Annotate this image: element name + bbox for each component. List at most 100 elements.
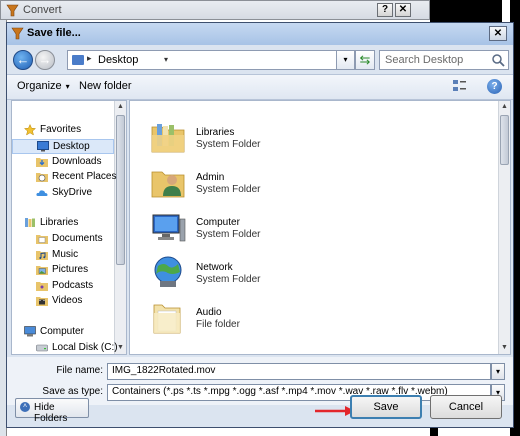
file-name-dropdown[interactable]: ▾: [491, 363, 505, 380]
breadcrumb-dropdown-icon[interactable]: ▾: [164, 55, 168, 64]
scroll-down-icon[interactable]: ▼: [117, 344, 124, 351]
list-item[interactable]: Admin System Folder: [150, 164, 350, 208]
list-item[interactable]: Network System Folder: [150, 254, 350, 298]
address-history-dropdown[interactable]: ▾: [337, 50, 355, 70]
nav-group-computer[interactable]: Computer: [12, 325, 114, 340]
item-name: Audio: [196, 307, 222, 318]
list-item[interactable]: Audio File folder: [150, 299, 350, 343]
sidebar-item-label: Podcasts: [52, 279, 94, 291]
downloads-icon: [36, 156, 48, 167]
podcasts-icon: [36, 280, 48, 291]
sidebar-item-recent-places[interactable]: Recent Places: [12, 170, 117, 185]
videos-icon: [36, 295, 48, 306]
convert-close-button[interactable]: ✕: [395, 3, 411, 17]
breadcrumb-desktop[interactable]: Desktop: [98, 54, 138, 66]
save-button[interactable]: Save: [350, 395, 422, 419]
sidebar-item-desktop[interactable]: Desktop: [12, 139, 114, 154]
file-list-scrollbar[interactable]: ▲ ▼: [498, 101, 510, 354]
chevron-up-icon: ˄: [20, 402, 30, 412]
search-input[interactable]: Search Desktop: [379, 50, 509, 70]
item-name: Libraries: [196, 127, 235, 138]
sidebar-item-downloads[interactable]: Downloads: [12, 155, 114, 170]
libraries-icon: [24, 217, 36, 228]
address-bar[interactable]: ▸ Desktop ▾: [67, 50, 337, 70]
item-name: Computer: [196, 217, 240, 228]
hide-folders-button[interactable]: ˄ Hide Folders: [15, 398, 89, 424]
sidebar-item-local-disk-c[interactable]: Local Disk (C:): [12, 341, 118, 355]
annotation-arrow-icon: [315, 406, 355, 416]
breadcrumb-separator-icon: ▸: [87, 53, 92, 63]
item-name: Admin: [196, 172, 225, 183]
dialog-close-button[interactable]: ✕: [489, 26, 507, 41]
help-icon[interactable]: ?: [487, 79, 502, 94]
sidebar-item-skydrive[interactable]: SkyDrive: [12, 186, 114, 201]
sidebar-item-podcasts[interactable]: Podcasts: [12, 279, 114, 294]
sidebar-item-label: Pictures: [52, 264, 89, 275]
nav-group-label: Computer: [40, 325, 84, 337]
nav-group-label: Libraries: [40, 217, 79, 228]
chevron-down-icon: ▾: [343, 55, 348, 64]
convert-window-titlebar: Convert ? ✕: [0, 0, 430, 20]
refresh-button[interactable]: ⇆: [355, 50, 375, 70]
libraries-folder-icon: [150, 119, 186, 155]
sidebar-item-label: Videos: [52, 295, 83, 306]
scroll-up-icon[interactable]: ▲: [117, 103, 124, 110]
convert-window-title: Convert: [23, 4, 62, 16]
dialog-titlebar: Save file... ✕: [7, 23, 513, 45]
disk-icon: [36, 342, 48, 353]
sidebar-item-label: Documents: [52, 233, 103, 244]
nav-group-label: Favorites: [40, 124, 82, 135]
item-type: System Folder: [196, 274, 261, 285]
new-folder-button[interactable]: New folder: [79, 80, 132, 92]
sidebar-item-music[interactable]: Music: [12, 248, 114, 263]
forward-button[interactable]: →: [35, 50, 55, 70]
sidebar-item-documents[interactable]: Documents: [12, 232, 114, 247]
scrollbar-thumb[interactable]: [500, 115, 509, 165]
sidebar-item-videos[interactable]: Videos: [12, 294, 114, 309]
command-toolbar: Organize ▾ New folder ?: [7, 74, 513, 100]
dialog-title: Save file...: [27, 27, 81, 39]
scroll-up-icon[interactable]: ▲: [501, 103, 508, 110]
navigation-pane: ▲ ▼ Favorites Desktop Downloads Recent Plac…: [11, 100, 127, 355]
cancel-button[interactable]: Cancel: [430, 395, 502, 419]
convert-app-icon: [6, 4, 19, 17]
refresh-icon: ⇆: [359, 52, 371, 67]
nav-group-favorites[interactable]: Favorites: [12, 123, 114, 138]
back-arrow-icon: ←: [16, 52, 30, 67]
scroll-down-icon[interactable]: ▼: [501, 344, 508, 351]
file-name-input[interactable]: IMG_1822Rotated.mov: [107, 363, 491, 380]
documents-icon: [36, 233, 48, 244]
sidebar-item-label: Music: [52, 248, 79, 260]
search-icon: [492, 54, 505, 67]
sidebar-item-pictures[interactable]: Pictures: [12, 263, 114, 278]
scrollbar-thumb[interactable]: [116, 115, 125, 265]
item-type: File folder: [196, 319, 240, 330]
music-icon: [36, 249, 48, 260]
save-file-dialog: Save file... ✕ ← → ▸ Desktop ▾ ▾ ⇆ Searc…: [6, 22, 514, 428]
user-folder-icon: [150, 164, 186, 200]
skydrive-icon: [36, 187, 48, 198]
item-name: Network: [196, 262, 233, 273]
item-type: System Folder: [196, 184, 261, 195]
network-icon: [150, 254, 186, 290]
list-item[interactable]: Libraries System Folder: [150, 119, 350, 163]
organize-menu[interactable]: Organize ▾: [17, 80, 70, 92]
search-placeholder: Search Desktop: [385, 54, 464, 66]
chevron-down-icon: ▾: [495, 367, 500, 376]
nav-group-libraries[interactable]: Libraries: [12, 216, 114, 231]
convert-help-button[interactable]: ?: [377, 3, 393, 17]
change-view-icon[interactable]: [453, 80, 467, 92]
back-button[interactable]: ←: [13, 50, 33, 70]
navigation-scrollbar[interactable]: ▲ ▼: [114, 101, 126, 354]
pictures-icon: [36, 264, 48, 275]
list-item[interactable]: Computer System Folder: [150, 209, 350, 253]
convert-app-icon: [11, 27, 24, 40]
desktop-icon: [37, 141, 49, 152]
file-name-label: File name:: [56, 365, 103, 376]
chevron-down-icon: ▾: [65, 82, 70, 91]
sidebar-item-label: Downloads: [52, 155, 102, 167]
save-type-label: Save as type:: [42, 386, 103, 397]
sidebar-item-label: SkyDrive: [52, 186, 93, 198]
sidebar-item-label: Recent Places: [52, 171, 117, 182]
folder-icon: [150, 299, 186, 335]
